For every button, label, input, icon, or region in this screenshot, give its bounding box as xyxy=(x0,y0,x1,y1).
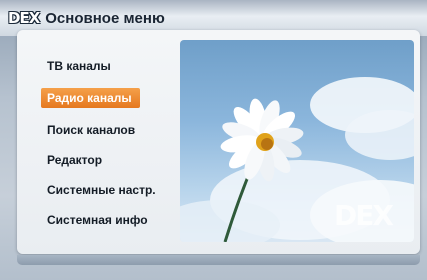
menu-item-channel-search[interactable]: Поиск каналов xyxy=(47,120,135,140)
page-title: Основное меню xyxy=(45,9,165,27)
dex-logo-icon: DEX xyxy=(8,9,40,27)
menu-item-radio-channels[interactable]: Радио каналы xyxy=(41,88,140,108)
menu-item-system-info[interactable]: Системная инфо xyxy=(47,210,148,230)
menu-item-editor[interactable]: Редактор xyxy=(47,150,102,170)
menu-item-tv-channels[interactable]: ТВ каналы xyxy=(47,56,111,76)
title-bar: DEX Основное меню xyxy=(8,6,165,30)
bottom-strip xyxy=(17,255,420,265)
menu-item-system-settings[interactable]: Системные настр. xyxy=(47,180,156,200)
preview-image: DEX xyxy=(180,40,414,242)
dex-watermark-logo: DEX xyxy=(334,199,394,232)
